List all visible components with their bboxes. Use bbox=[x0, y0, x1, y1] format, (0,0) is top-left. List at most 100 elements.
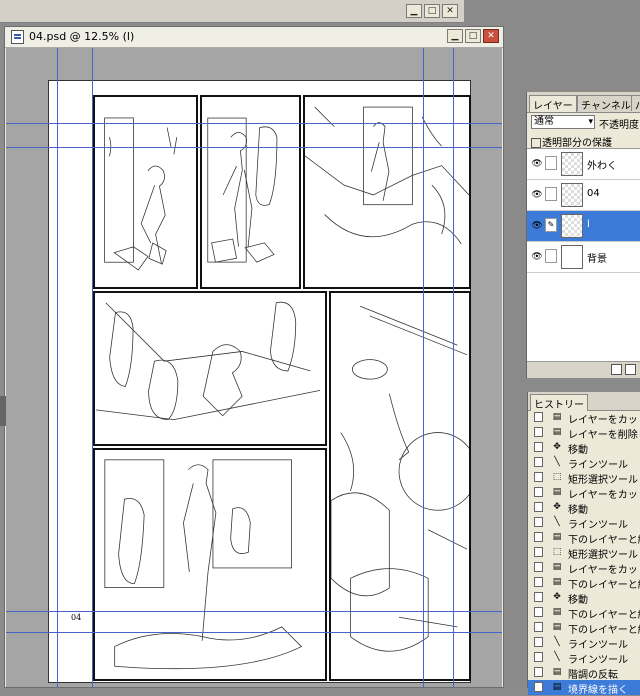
history-item[interactable]: ▤ レイヤーをカット bbox=[528, 560, 640, 576]
doc-maximize-button[interactable]: □ bbox=[465, 29, 481, 43]
blend-mode-select[interactable]: 通常 bbox=[531, 115, 595, 129]
guide-horizontal[interactable] bbox=[6, 632, 502, 633]
history-snapshot-box[interactable] bbox=[534, 517, 543, 527]
tab-paths[interactable]: パ bbox=[631, 95, 640, 112]
history-item-label: ラインツール bbox=[568, 655, 628, 666]
line-icon: ╲ bbox=[554, 457, 560, 467]
link-box[interactable] bbox=[545, 249, 557, 263]
history-item[interactable]: ⬚ 矩形選択ツール bbox=[528, 545, 640, 561]
history-snapshot-box[interactable] bbox=[534, 577, 543, 587]
guide-vertical[interactable] bbox=[423, 48, 424, 687]
history-snapshot-box[interactable] bbox=[534, 607, 543, 617]
history-snapshot-box[interactable] bbox=[534, 412, 543, 422]
close-button[interactable]: ✕ bbox=[442, 4, 458, 18]
panel-6 bbox=[93, 448, 327, 681]
layer-row[interactable]: 👁 背景 bbox=[527, 242, 640, 273]
move-icon: ✥ bbox=[553, 502, 561, 512]
history-snapshot-box[interactable] bbox=[534, 622, 543, 632]
tab-history[interactable]: ヒストリー bbox=[530, 394, 588, 411]
history-item[interactable]: ✥ 移動 bbox=[528, 500, 640, 516]
history-item[interactable]: ▤ 下のレイヤーと結合 bbox=[528, 530, 640, 546]
history-item[interactable]: ▤ レイヤーをカット bbox=[528, 410, 640, 426]
guide-horizontal[interactable] bbox=[6, 123, 502, 124]
layer-row[interactable]: 👁 04 bbox=[527, 180, 640, 211]
history-snapshot-box[interactable] bbox=[534, 652, 543, 662]
document-titlebar[interactable]: 04.psd @ 12.5% (l) ▁ □ ✕ bbox=[5, 27, 503, 48]
new-layer-icon[interactable] bbox=[611, 364, 622, 375]
maximize-button[interactable]: □ bbox=[424, 4, 440, 18]
history-item[interactable]: ╲ ラインツール bbox=[528, 635, 640, 651]
history-snapshot-box[interactable] bbox=[534, 472, 543, 482]
history-snapshot-box[interactable] bbox=[534, 457, 543, 467]
doc-close-button[interactable]: ✕ bbox=[483, 29, 499, 43]
history-snapshot-box[interactable] bbox=[534, 442, 543, 452]
eye-icon[interactable]: 👁 bbox=[531, 220, 543, 232]
history-item[interactable]: ╲ ラインツール bbox=[528, 650, 640, 666]
tab-layers[interactable]: レイヤー bbox=[529, 95, 577, 112]
history-item[interactable]: ✥ 移動 bbox=[528, 590, 640, 606]
panel-6-sketch bbox=[104, 459, 303, 670]
history-item-label: 境界線を描く bbox=[568, 685, 628, 696]
eye-icon[interactable]: 👁 bbox=[531, 251, 543, 263]
tab-channels[interactable]: チャンネル bbox=[577, 95, 635, 112]
layer-name: 背景 bbox=[587, 254, 607, 265]
guide-vertical[interactable] bbox=[57, 48, 58, 687]
history-snapshot-box[interactable] bbox=[534, 502, 543, 512]
history-item-label: レイヤーを削除 bbox=[568, 430, 638, 441]
history-item[interactable]: ▤ レイヤーを削除 bbox=[528, 425, 640, 441]
history-item[interactable]: ▤ 下のレイヤーと結合 bbox=[528, 620, 640, 636]
history-snapshot-box[interactable] bbox=[534, 547, 543, 557]
blend-row: 通常 不透明度: bbox=[529, 115, 640, 131]
trash-icon[interactable] bbox=[625, 364, 636, 375]
layers-footer bbox=[527, 361, 640, 378]
link-box[interactable] bbox=[545, 187, 557, 201]
layer-name: l bbox=[587, 219, 590, 230]
history-panel: ヒストリー ▤ レイヤーをカット ▤ レイヤーを削除 ✥ 移動 ╲ ラインツール ⬚ 矩形選択ツー… bbox=[527, 392, 640, 696]
history-snapshot-box[interactable] bbox=[534, 592, 543, 602]
link-box[interactable] bbox=[545, 156, 557, 170]
history-snapshot-box[interactable] bbox=[534, 667, 543, 677]
guide-vertical[interactable] bbox=[453, 48, 454, 687]
history-item[interactable]: ▤ 下のレイヤーと結合 bbox=[528, 575, 640, 591]
history-item[interactable]: ╲ ラインツール bbox=[528, 455, 640, 471]
history-snapshot-box[interactable] bbox=[534, 532, 543, 542]
page-icon: ▤ bbox=[552, 412, 562, 422]
guide-vertical[interactable] bbox=[92, 48, 93, 687]
history-item[interactable]: ▤ 下のレイヤーと結合 bbox=[528, 605, 640, 621]
doc-minimize-button[interactable]: ▁ bbox=[447, 29, 463, 43]
history-item[interactable]: ▤ 階調の反転 bbox=[528, 665, 640, 681]
history-item-label: レイヤーをカット bbox=[568, 565, 640, 576]
history-snapshot-box[interactable] bbox=[534, 562, 543, 572]
guide-horizontal[interactable] bbox=[6, 147, 502, 148]
history-snapshot-box[interactable] bbox=[534, 637, 543, 647]
history-snapshot-box[interactable] bbox=[534, 487, 543, 497]
guide-horizontal[interactable] bbox=[6, 611, 502, 612]
history-item[interactable]: ⬚ 矩形選択ツール bbox=[528, 470, 640, 486]
history-snapshot-box[interactable] bbox=[534, 682, 543, 692]
panel-4 bbox=[93, 291, 327, 446]
manga-page[interactable]: 04 bbox=[48, 80, 471, 683]
layer-row-selected[interactable]: 👁 ✎ l bbox=[527, 211, 640, 242]
layer-thumbnail bbox=[561, 214, 583, 238]
layers-panel: レイヤー チャンネル パ 通常 不透明度: 透明部分の保護 👁 外わく 👁 04… bbox=[526, 92, 640, 378]
brush-icon[interactable]: ✎ bbox=[545, 218, 557, 232]
history-item[interactable]: ╲ ラインツール bbox=[528, 515, 640, 531]
minimize-button[interactable]: ▁ bbox=[406, 4, 422, 18]
layer-row[interactable]: 👁 外わく bbox=[527, 149, 640, 180]
history-item-label: 移動 bbox=[568, 505, 588, 516]
history-item-label: 矩形選択ツール bbox=[568, 475, 638, 486]
history-item[interactable]: ▤ レイヤーをカット bbox=[528, 485, 640, 501]
scrollbar-thumb[interactable] bbox=[0, 396, 6, 426]
history-item[interactable]: ✥ 移動 bbox=[528, 440, 640, 456]
panel-4-sketch bbox=[95, 301, 321, 421]
marquee-icon: ⬚ bbox=[552, 547, 562, 557]
eye-icon[interactable]: 👁 bbox=[531, 158, 543, 170]
panel-5 bbox=[329, 291, 471, 681]
page-icon: ▤ bbox=[552, 667, 562, 677]
history-snapshot-box[interactable] bbox=[534, 427, 543, 437]
lock-transparency-checkbox[interactable] bbox=[531, 138, 541, 148]
canvas-area[interactable]: 04 bbox=[6, 48, 502, 687]
eye-icon[interactable]: 👁 bbox=[531, 189, 543, 201]
page-icon: ▤ bbox=[552, 607, 562, 617]
background-window-titlebar: ▁ □ ✕ bbox=[0, 0, 464, 23]
